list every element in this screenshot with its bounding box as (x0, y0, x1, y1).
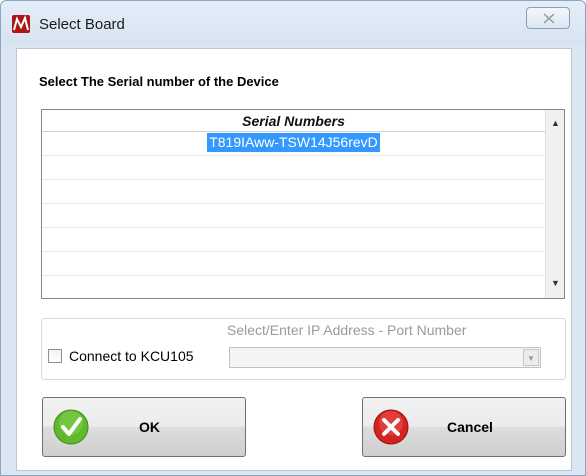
list-item[interactable] (42, 228, 545, 252)
serial-column-header: Serial Numbers (42, 110, 545, 132)
cancel-x-icon (373, 409, 409, 445)
connect-kcu105-checkbox[interactable] (48, 349, 62, 363)
combo-dropdown-icon[interactable]: ▼ (523, 349, 539, 366)
serial-number-list[interactable]: Serial Numbers T819IAww-TSW14J56revD ▲ ▼ (41, 109, 565, 299)
list-item[interactable] (42, 180, 545, 204)
list-item[interactable] (42, 156, 545, 180)
close-icon (543, 13, 555, 24)
connection-group: Select/Enter IP Address - Port Number Co… (41, 318, 566, 380)
list-scrollbar[interactable]: ▲ ▼ (545, 110, 564, 298)
cancel-button[interactable]: Cancel (362, 397, 566, 457)
ip-port-combobox[interactable]: ▼ (229, 347, 541, 368)
ip-port-caption: Select/Enter IP Address - Port Number (227, 322, 467, 338)
ok-button[interactable]: OK (42, 397, 246, 457)
cancel-label: Cancel (447, 419, 493, 435)
list-item[interactable] (42, 252, 545, 276)
scroll-up-icon[interactable]: ▲ (546, 114, 564, 132)
title-bar: Select Board (1, 1, 585, 45)
ok-label: OK (139, 419, 160, 435)
list-item[interactable]: T819IAww-TSW14J56revD (42, 132, 545, 156)
serial-number-text: T819IAww-TSW14J56revD (207, 133, 380, 152)
app-logo-icon (12, 15, 30, 33)
checkmark-icon (53, 409, 89, 445)
connect-kcu105-label: Connect to KCU105 (69, 348, 194, 364)
serial-heading: Select The Serial number of the Device (39, 74, 279, 89)
dialog-body: Select The Serial number of the Device S… (16, 48, 572, 471)
list-item[interactable] (42, 276, 545, 298)
list-item[interactable] (42, 204, 545, 228)
select-board-dialog: Select Board Select The Serial number of… (0, 0, 586, 476)
scroll-down-icon[interactable]: ▼ (546, 274, 564, 292)
window-title: Select Board (39, 16, 125, 33)
close-button[interactable] (526, 7, 570, 29)
serial-rows: T819IAww-TSW14J56revD (42, 132, 545, 298)
